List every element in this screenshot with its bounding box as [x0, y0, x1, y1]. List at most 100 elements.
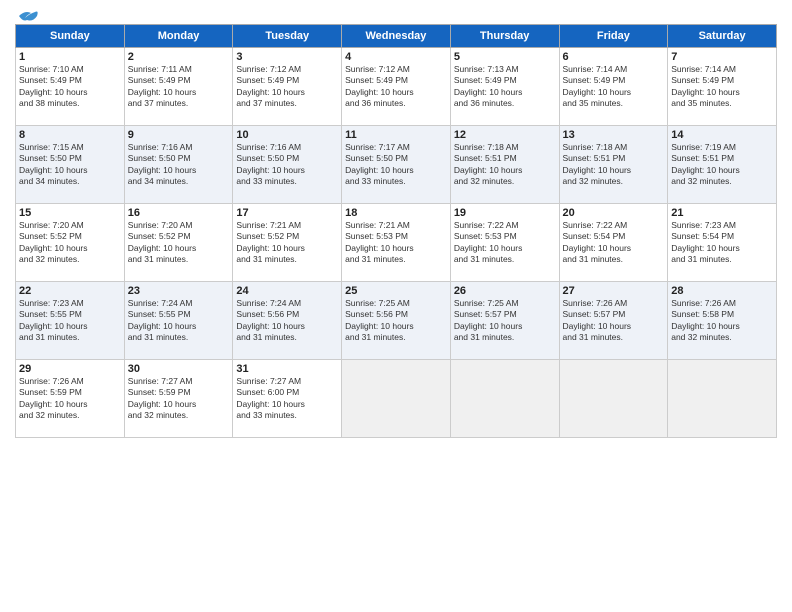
day-number: 12	[454, 129, 556, 141]
day-info: Sunrise: 7:11 AMSunset: 5:49 PMDaylight:…	[128, 64, 230, 110]
day-info: Sunrise: 7:26 AMSunset: 5:57 PMDaylight:…	[563, 298, 665, 344]
day-number: 30	[128, 363, 230, 375]
day-number: 29	[19, 363, 121, 375]
calendar-day-cell: 8Sunrise: 7:15 AMSunset: 5:50 PMDaylight…	[16, 126, 125, 204]
calendar-day-cell	[342, 360, 451, 438]
day-info: Sunrise: 7:18 AMSunset: 5:51 PMDaylight:…	[454, 142, 556, 188]
day-number: 24	[236, 285, 338, 297]
day-number: 16	[128, 207, 230, 219]
calendar-table: SundayMondayTuesdayWednesdayThursdayFrid…	[15, 24, 777, 438]
day-number: 23	[128, 285, 230, 297]
calendar-week-row: 1Sunrise: 7:10 AMSunset: 5:49 PMDaylight…	[16, 48, 777, 126]
day-number: 6	[563, 51, 665, 63]
calendar-day-cell: 23Sunrise: 7:24 AMSunset: 5:55 PMDayligh…	[124, 282, 233, 360]
day-info: Sunrise: 7:12 AMSunset: 5:49 PMDaylight:…	[345, 64, 447, 110]
page: SundayMondayTuesdayWednesdayThursdayFrid…	[0, 0, 792, 612]
calendar-day-cell: 3Sunrise: 7:12 AMSunset: 5:49 PMDaylight…	[233, 48, 342, 126]
calendar-day-cell: 4Sunrise: 7:12 AMSunset: 5:49 PMDaylight…	[342, 48, 451, 126]
day-number: 19	[454, 207, 556, 219]
day-info: Sunrise: 7:24 AMSunset: 5:56 PMDaylight:…	[236, 298, 338, 344]
logo	[15, 10, 39, 20]
day-info: Sunrise: 7:24 AMSunset: 5:55 PMDaylight:…	[128, 298, 230, 344]
calendar-day-cell: 13Sunrise: 7:18 AMSunset: 5:51 PMDayligh…	[559, 126, 668, 204]
calendar-day-cell: 20Sunrise: 7:22 AMSunset: 5:54 PMDayligh…	[559, 204, 668, 282]
day-number: 31	[236, 363, 338, 375]
day-info: Sunrise: 7:16 AMSunset: 5:50 PMDaylight:…	[128, 142, 230, 188]
day-number: 18	[345, 207, 447, 219]
day-info: Sunrise: 7:23 AMSunset: 5:55 PMDaylight:…	[19, 298, 121, 344]
day-number: 22	[19, 285, 121, 297]
calendar-day-cell: 9Sunrise: 7:16 AMSunset: 5:50 PMDaylight…	[124, 126, 233, 204]
calendar-day-cell: 7Sunrise: 7:14 AMSunset: 5:49 PMDaylight…	[668, 48, 777, 126]
day-number: 10	[236, 129, 338, 141]
day-info: Sunrise: 7:10 AMSunset: 5:49 PMDaylight:…	[19, 64, 121, 110]
day-info: Sunrise: 7:19 AMSunset: 5:51 PMDaylight:…	[671, 142, 773, 188]
day-number: 5	[454, 51, 556, 63]
day-number: 27	[563, 285, 665, 297]
day-info: Sunrise: 7:14 AMSunset: 5:49 PMDaylight:…	[563, 64, 665, 110]
day-info: Sunrise: 7:21 AMSunset: 5:52 PMDaylight:…	[236, 220, 338, 266]
calendar-day-cell: 10Sunrise: 7:16 AMSunset: 5:50 PMDayligh…	[233, 126, 342, 204]
calendar-week-row: 15 Sunrise: 7:20 AMSunset: 5:52 PMDayligh…	[16, 204, 777, 282]
day-of-week-header: Monday	[124, 25, 233, 48]
day-number: 28	[671, 285, 773, 297]
calendar-day-cell: 11Sunrise: 7:17 AMSunset: 5:50 PMDayligh…	[342, 126, 451, 204]
calendar-day-cell: 30Sunrise: 7:27 AMSunset: 5:59 PMDayligh…	[124, 360, 233, 438]
day-of-week-header: Sunday	[16, 25, 125, 48]
calendar-day-cell: 15Sunrise: 7:20 AMSunset: 5:52 PMDayligh…	[16, 204, 125, 282]
calendar-day-cell	[668, 360, 777, 438]
calendar-day-cell: 2Sunrise: 7:11 AMSunset: 5:49 PMDaylight…	[124, 48, 233, 126]
day-info: Sunrise: 7:15 AMSunset: 5:50 PMDaylight:…	[19, 142, 121, 188]
day-number: 1	[19, 51, 121, 63]
day-info: Sunrise: 7:14 AMSunset: 5:49 PMDaylight:…	[671, 64, 773, 110]
day-number: 26	[454, 285, 556, 297]
calendar-day-cell: 19Sunrise: 7:22 AMSunset: 5:53 PMDayligh…	[450, 204, 559, 282]
calendar-day-cell: 26Sunrise: 7:25 AMSunset: 5:57 PMDayligh…	[450, 282, 559, 360]
day-info: Sunrise: 7:13 AMSunset: 5:49 PMDaylight:…	[454, 64, 556, 110]
calendar-day-cell: 17Sunrise: 7:21 AMSunset: 5:52 PMDayligh…	[233, 204, 342, 282]
calendar-day-cell	[559, 360, 668, 438]
day-info: Sunrise: 7:20 AMSunset: 5:52 PMDaylight:…	[128, 220, 230, 266]
day-info: Sunrise: 7:26 AMSunset: 5:59 PMDaylight:…	[19, 376, 121, 422]
day-info: Sunrise: 7:18 AMSunset: 5:51 PMDaylight:…	[563, 142, 665, 188]
day-number: 13	[563, 129, 665, 141]
day-number: 11	[345, 129, 447, 141]
day-number: 15	[19, 207, 121, 219]
day-of-week-header: Friday	[559, 25, 668, 48]
calendar-day-cell: 28Sunrise: 7:26 AMSunset: 5:58 PMDayligh…	[668, 282, 777, 360]
day-info: Sunrise: 7:25 AMSunset: 5:56 PMDaylight:…	[345, 298, 447, 344]
day-info: Sunrise: 7:22 AMSunset: 5:54 PMDaylight:…	[563, 220, 665, 266]
calendar-day-cell: 29Sunrise: 7:26 AMSunset: 5:59 PMDayligh…	[16, 360, 125, 438]
calendar-week-row: 22Sunrise: 7:23 AMSunset: 5:55 PMDayligh…	[16, 282, 777, 360]
calendar-day-cell: 12Sunrise: 7:18 AMSunset: 5:51 PMDayligh…	[450, 126, 559, 204]
calendar-day-cell: 6Sunrise: 7:14 AMSunset: 5:49 PMDaylight…	[559, 48, 668, 126]
calendar-week-row: 29Sunrise: 7:26 AMSunset: 5:59 PMDayligh…	[16, 360, 777, 438]
calendar-day-cell: 21Sunrise: 7:23 AMSunset: 5:54 PMDayligh…	[668, 204, 777, 282]
day-info: Sunrise: 7:26 AMSunset: 5:58 PMDaylight:…	[671, 298, 773, 344]
day-of-week-header: Saturday	[668, 25, 777, 48]
day-number: 7	[671, 51, 773, 63]
calendar-body: 1Sunrise: 7:10 AMSunset: 5:49 PMDaylight…	[16, 48, 777, 438]
day-number: 8	[19, 129, 121, 141]
day-info: Sunrise: 7:25 AMSunset: 5:57 PMDaylight:…	[454, 298, 556, 344]
logo-bird-icon	[17, 8, 39, 24]
calendar-day-cell	[450, 360, 559, 438]
day-number: 2	[128, 51, 230, 63]
day-info: Sunrise: 7:21 AMSunset: 5:53 PMDaylight:…	[345, 220, 447, 266]
calendar-day-cell: 31Sunrise: 7:27 AMSunset: 6:00 PMDayligh…	[233, 360, 342, 438]
day-number: 3	[236, 51, 338, 63]
calendar-week-row: 8Sunrise: 7:15 AMSunset: 5:50 PMDaylight…	[16, 126, 777, 204]
calendar-day-cell: 22Sunrise: 7:23 AMSunset: 5:55 PMDayligh…	[16, 282, 125, 360]
day-number: 25	[345, 285, 447, 297]
day-info: Sunrise: 7:16 AMSunset: 5:50 PMDaylight:…	[236, 142, 338, 188]
day-number: 14	[671, 129, 773, 141]
calendar-day-cell: 25Sunrise: 7:25 AMSunset: 5:56 PMDayligh…	[342, 282, 451, 360]
day-of-week-header: Wednesday	[342, 25, 451, 48]
header	[15, 10, 777, 20]
day-info: Sunrise: 7:22 AMSunset: 5:53 PMDaylight:…	[454, 220, 556, 266]
calendar-day-cell: 14Sunrise: 7:19 AMSunset: 5:51 PMDayligh…	[668, 126, 777, 204]
day-info: Sunrise: 7:12 AMSunset: 5:49 PMDaylight:…	[236, 64, 338, 110]
day-info: Sunrise: 7:23 AMSunset: 5:54 PMDaylight:…	[671, 220, 773, 266]
calendar-day-cell: 5Sunrise: 7:13 AMSunset: 5:49 PMDaylight…	[450, 48, 559, 126]
calendar-day-cell: 18Sunrise: 7:21 AMSunset: 5:53 PMDayligh…	[342, 204, 451, 282]
